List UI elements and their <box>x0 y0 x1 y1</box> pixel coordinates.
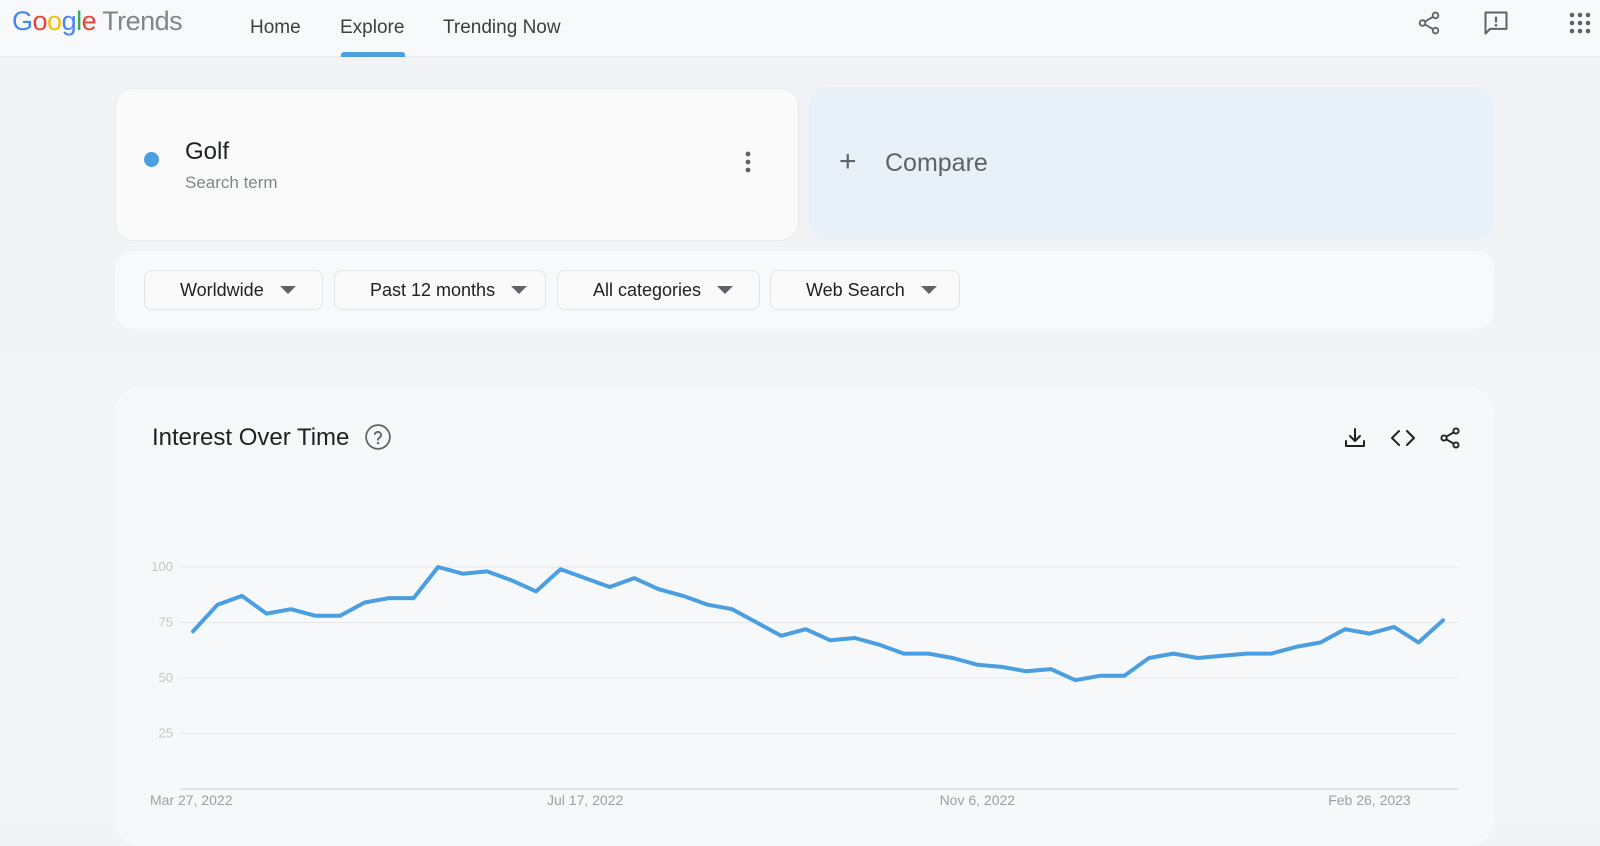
nav-trending-now[interactable]: Trending Now <box>443 0 561 56</box>
nav-explore[interactable]: Explore <box>340 0 404 56</box>
apps-icon[interactable] <box>1563 6 1597 40</box>
search-term-name[interactable]: Golf <box>185 138 229 166</box>
share-icon[interactable] <box>1433 421 1467 455</box>
panel-title: Interest Over Time <box>152 424 350 451</box>
time-range-filter[interactable]: Past 12 months <box>334 270 546 310</box>
embed-icon[interactable] <box>1386 421 1420 455</box>
dropdown-caret-icon <box>920 286 937 294</box>
category-filter[interactable]: All categories <box>557 270 760 310</box>
help-icon[interactable] <box>364 423 392 451</box>
more-vert-icon[interactable] <box>736 145 760 179</box>
region-filter[interactable]: Worldwide <box>144 270 323 310</box>
search-term-type: Search term <box>185 173 278 192</box>
dropdown-caret-icon <box>511 286 528 294</box>
compare-button[interactable]: + Compare <box>809 87 1494 240</box>
download-icon[interactable] <box>1338 421 1372 455</box>
interest-over-time-card: Interest Over Time <box>115 386 1494 846</box>
nav-home[interactable]: Home <box>250 0 301 56</box>
plus-icon: + <box>839 145 857 178</box>
top-app-bar: Google Trends Home Explore Trending Now <box>0 0 1600 57</box>
feedback-icon[interactable] <box>1479 6 1513 40</box>
compare-label: Compare <box>885 149 988 177</box>
product-name: Trends <box>102 6 183 36</box>
google-trends-logo[interactable]: Google Trends <box>12 6 183 37</box>
active-tab-indicator <box>341 52 405 57</box>
share-icon[interactable] <box>1412 6 1446 40</box>
search-term-card[interactable]: Golf Search term <box>115 88 799 241</box>
search-type-filter[interactable]: Web Search <box>770 270 960 310</box>
filter-bar: Worldwide Past 12 months All categories … <box>115 251 1494 329</box>
dropdown-caret-icon <box>717 286 734 294</box>
dropdown-caret-icon <box>279 286 296 294</box>
term-color-dot <box>144 152 159 167</box>
